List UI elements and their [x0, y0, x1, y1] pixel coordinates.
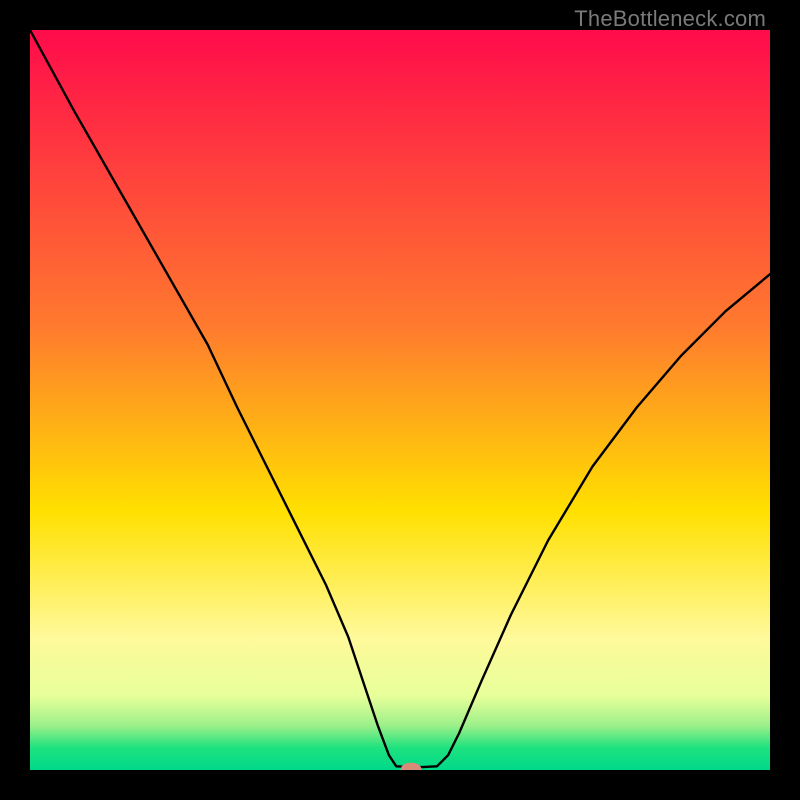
plot-area [30, 30, 770, 770]
watermark-text: TheBottleneck.com [574, 6, 766, 32]
chart-stage: TheBottleneck.com [0, 0, 800, 800]
gradient-background [30, 30, 770, 770]
bottleneck-chart [30, 30, 770, 770]
